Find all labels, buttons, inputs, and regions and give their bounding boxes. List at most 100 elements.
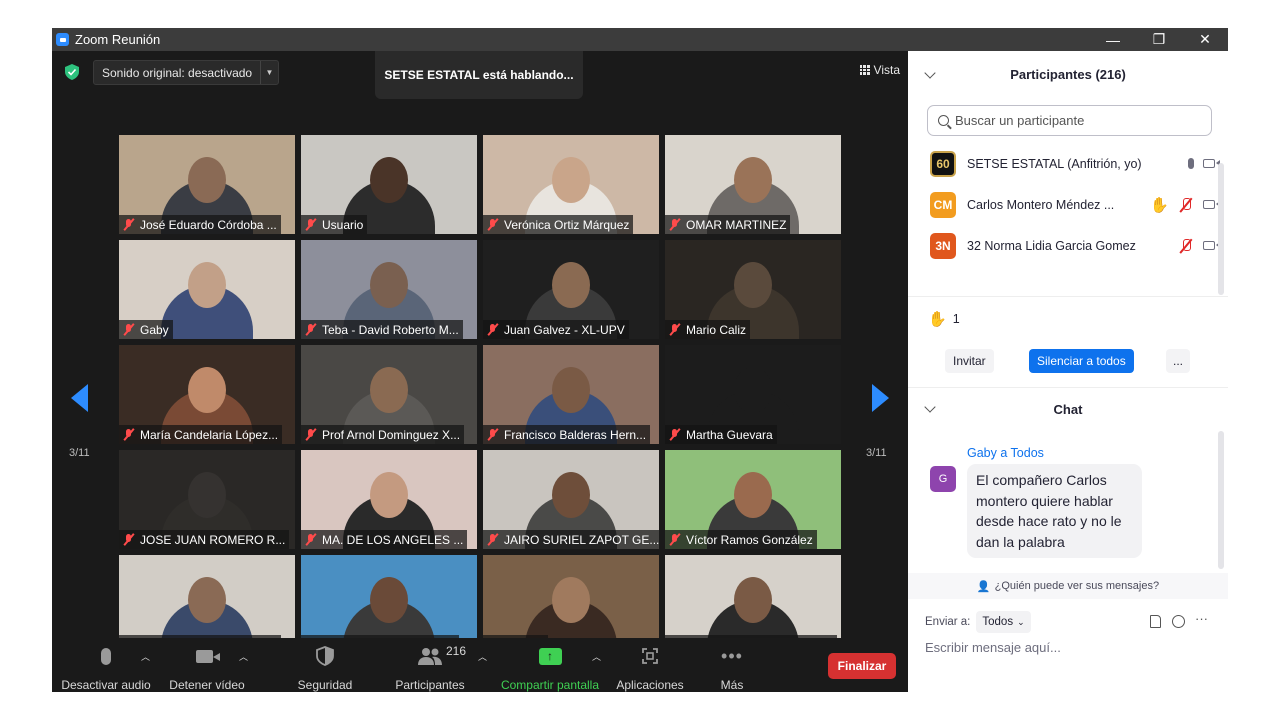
video-tile[interactable]: Verónica Ortiz Márquez (483, 135, 659, 234)
restore-icon[interactable]: ❐ (1136, 28, 1182, 51)
participant-name: Víctor Ramos González (686, 532, 813, 547)
video-tile[interactable]: MA. DE LOS ANGELES ... (301, 450, 477, 549)
chevron-down-icon[interactable]: ▼ (260, 61, 278, 84)
chat-more-icon[interactable]: ··· (1195, 611, 1208, 626)
participants-icon (418, 648, 442, 665)
person-lock-icon: 👤 (976, 580, 991, 593)
participant-face (734, 577, 772, 623)
name-label: JAIRO SURIEL ZAPOT GE... (483, 530, 659, 549)
mute-all-button[interactable]: Silenciar a todos (1029, 349, 1134, 373)
view-button[interactable]: Vista (859, 63, 900, 77)
file-icon[interactable] (1150, 615, 1161, 628)
video-options-chevron-icon[interactable]: ︿ (239, 650, 248, 663)
encryption-shield-icon[interactable] (65, 64, 79, 80)
video-tile[interactable]: Francisco Balderas Hern... (483, 345, 659, 444)
close-icon[interactable]: ✕ (1182, 28, 1228, 51)
name-label: Víctor Ramos González (665, 530, 817, 549)
grid-view-icon (859, 65, 870, 75)
minimize-icon[interactable]: — (1090, 28, 1136, 51)
participant-row[interactable]: 3N 32 Norma Lidia Garcia Gomez (908, 225, 1220, 266)
recipient-dropdown[interactable]: Todos ⌄ (976, 611, 1031, 633)
video-tile[interactable]: Mario Caliz (665, 240, 841, 339)
security-button[interactable]: Seguridad (292, 643, 358, 692)
video-tile[interactable]: OMAR MARTINEZ (665, 135, 841, 234)
raised-hands-count: 1 (952, 312, 960, 326)
name-label: Francisco Balderas Hern... (483, 425, 651, 444)
chat-scrollbar[interactable] (1218, 431, 1224, 569)
participant-name: JOSE JUAN ROMERO R... (140, 532, 286, 547)
video-tile[interactable]: Víctor Ramos González (665, 450, 841, 549)
video-tile[interactable]: Prof Arnol Dominguez X... (301, 345, 477, 444)
prev-page-arrow-icon[interactable] (71, 384, 88, 412)
camera-icon[interactable] (1203, 241, 1220, 250)
original-sound-button[interactable]: Sonido original: desactivado ▼ (93, 60, 279, 85)
muted-microphone-icon (486, 533, 499, 546)
participant-name: Francisco Balderas Hern... (504, 427, 647, 442)
video-tile[interactable]: Martha Guevara (665, 345, 841, 444)
muted-microphone-icon[interactable] (1178, 238, 1194, 254)
invite-button[interactable]: Invitar (945, 349, 994, 373)
more-label: Más (720, 678, 744, 692)
who-can-see-link[interactable]: 👤 ¿Quién puede ver sus mensajes? (908, 573, 1228, 599)
video-tile[interactable]: Usuario (301, 135, 477, 234)
participants-options-chevron-icon[interactable]: ︿ (478, 650, 487, 663)
muted-microphone-icon (668, 323, 681, 336)
mute-audio-button[interactable]: Desactivar audio (61, 643, 151, 692)
share-options-chevron-icon[interactable]: ︿ (592, 650, 601, 663)
participant-face (370, 157, 408, 203)
audio-options-chevron-icon[interactable]: ︿ (141, 650, 150, 663)
name-label: OMAR MARTINEZ (665, 215, 791, 234)
participant-face (734, 157, 772, 203)
camera-icon[interactable] (1203, 159, 1220, 168)
participant-search-input[interactable]: Buscar un participante (927, 105, 1212, 136)
participant-name: María Candelaria López... (140, 427, 279, 442)
apps-label: Aplicaciones (616, 678, 684, 692)
apps-icon (642, 648, 658, 664)
avatar: 60 (930, 150, 956, 177)
stop-video-button[interactable]: Detener vídeo (167, 643, 247, 692)
muted-microphone-icon (668, 428, 681, 441)
video-tile[interactable]: María Candelaria López... (119, 345, 295, 444)
participant-face (370, 262, 408, 308)
security-label: Seguridad (297, 678, 353, 692)
chevron-down-icon: ⌄ (1017, 616, 1025, 627)
participant-row[interactable]: 60 SETSE ESTATAL (Anfitrión, yo) (908, 143, 1220, 184)
video-tile[interactable]: Gaby (119, 240, 295, 339)
name-label: Prof Arnol Dominguez X... (301, 425, 465, 444)
participant-video-grid: José Eduardo Córdoba ... Usuario Verónica … (119, 135, 841, 654)
collapse-chat-chevron-icon[interactable] (924, 401, 936, 413)
muted-microphone-icon (668, 218, 681, 231)
participants-more-button[interactable]: ... (1166, 349, 1190, 373)
share-screen-button[interactable]: ↑ Compartir pantalla (500, 643, 600, 692)
next-page-arrow-icon[interactable] (872, 384, 889, 412)
video-tile[interactable]: Teba - David Roberto M... (301, 240, 477, 339)
end-meeting-button[interactable]: Finalizar (828, 653, 896, 679)
emoji-icon[interactable] (1172, 615, 1185, 628)
video-tile[interactable]: JAIRO SURIEL ZAPOT GE... (483, 450, 659, 549)
collapse-participants-chevron-icon[interactable] (924, 67, 936, 79)
page-indicator-left: 3/11 (69, 447, 90, 459)
send-to-label: Enviar a: (925, 616, 971, 628)
participant-face (734, 472, 772, 518)
video-tile[interactable]: JOSE JUAN ROMERO R... (119, 450, 295, 549)
video-tile[interactable]: José Eduardo Córdoba ... (119, 135, 295, 234)
participant-face (188, 367, 226, 413)
participants-scrollbar[interactable] (1218, 163, 1224, 295)
side-panel: Participantes (216) Buscar un participan… (908, 51, 1228, 692)
zoom-app-icon (56, 33, 69, 46)
name-label: Martha Guevara (665, 425, 777, 444)
participant-row[interactable]: CM Carlos Montero Méndez ... ✋ (908, 184, 1220, 225)
muted-microphone-icon[interactable] (1178, 197, 1194, 213)
microphone-icon[interactable] (1188, 158, 1194, 169)
raised-hand-icon: ✋ (928, 311, 947, 328)
participant-name: JAIRO SURIEL ZAPOT GE... (504, 532, 659, 547)
muted-microphone-icon (122, 323, 135, 336)
participant-name: Gaby (140, 322, 169, 337)
more-button[interactable]: ••• Más (712, 643, 752, 693)
participant-face (370, 577, 408, 623)
chat-message-input[interactable]: Escribir mensaje aquí... (925, 640, 1061, 655)
participant-face (188, 262, 226, 308)
apps-button[interactable]: Aplicaciones (614, 643, 686, 692)
video-tile[interactable]: Juan Galvez - XL-UPV (483, 240, 659, 339)
camera-icon[interactable] (1203, 200, 1220, 209)
